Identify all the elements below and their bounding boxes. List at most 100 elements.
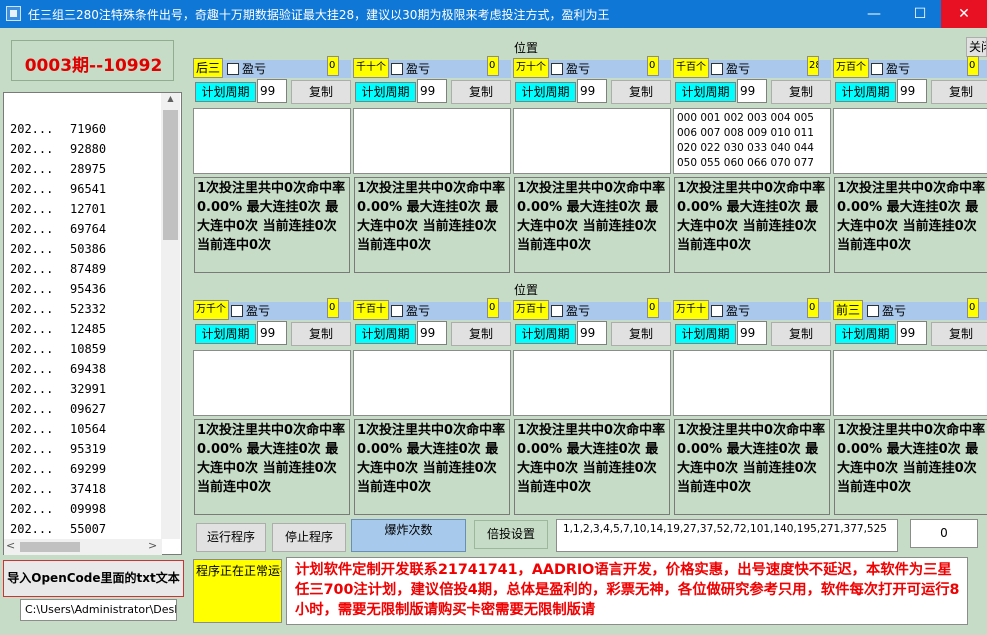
- profit-checkbox[interactable]: [391, 305, 403, 317]
- profit-checkbox[interactable]: [711, 63, 723, 75]
- history-row[interactable]: 202... 37418: [10, 479, 106, 499]
- history-date: 202...: [10, 522, 54, 536]
- history-row[interactable]: 202... 09998: [10, 499, 106, 519]
- plan-cycle-input[interactable]: 99: [737, 321, 767, 345]
- profit-checkbox[interactable]: [391, 63, 403, 75]
- stop-program-button[interactable]: 停止程序: [272, 523, 346, 552]
- copy-button[interactable]: 复制: [611, 80, 671, 104]
- history-row[interactable]: 202... 95436: [10, 279, 106, 299]
- history-row[interactable]: 202... 28975: [10, 159, 106, 179]
- panel-numbers-box[interactable]: [353, 350, 511, 416]
- position-panel: 万十个 盈亏 0 计划周期 99 复制 1次投注里共中0次命中率0.00% 最大连挂0次 最…: [513, 52, 673, 292]
- copy-button[interactable]: 复制: [771, 80, 831, 104]
- history-date: 202...: [10, 162, 54, 176]
- history-date: 202...: [10, 442, 54, 456]
- plan-cycle-input[interactable]: 99: [577, 321, 607, 345]
- copy-button[interactable]: 复制: [931, 322, 987, 346]
- run-program-button[interactable]: 运行程序: [196, 523, 266, 552]
- history-row[interactable]: 202... 69438: [10, 359, 106, 379]
- explode-count-button[interactable]: 爆炸次数: [351, 519, 466, 552]
- position-panel: 千十个 盈亏 0 计划周期 99 复制 1次投注里共中0次命中率0.00% 最大连挂0次 最…: [353, 52, 513, 292]
- history-row[interactable]: 202... 12701: [10, 199, 106, 219]
- copy-button[interactable]: 复制: [291, 80, 351, 104]
- history-list[interactable]: 202... 71960 202... 92880 202... 28975 202... 9…: [3, 92, 182, 555]
- profit-checkbox[interactable]: [871, 63, 883, 75]
- panel-numbers-box[interactable]: [673, 350, 831, 416]
- panel-numbers-box[interactable]: 000 001 002 003 004 005 006 007 008 009 …: [673, 108, 831, 174]
- plan-cycle-input[interactable]: 99: [417, 321, 447, 345]
- history-row[interactable]: 202... 69299: [10, 459, 106, 479]
- plan-cycle-input[interactable]: 99: [737, 79, 767, 103]
- history-row[interactable]: 202... 10859: [10, 339, 106, 359]
- panel-count-value[interactable]: 0: [327, 56, 339, 76]
- profit-checkbox[interactable]: [711, 305, 723, 317]
- plan-cycle-input[interactable]: 99: [897, 79, 927, 103]
- profit-label: 盈亏: [882, 304, 907, 318]
- profit-checkbox[interactable]: [551, 63, 563, 75]
- profit-checkbox[interactable]: [231, 305, 243, 317]
- copy-button[interactable]: 复制: [451, 322, 511, 346]
- panel-numbers-box[interactable]: [833, 108, 987, 174]
- history-row[interactable]: 202... 87489: [10, 259, 106, 279]
- panel-count-value[interactable]: 0: [487, 298, 499, 318]
- history-row[interactable]: 202... 32991: [10, 379, 106, 399]
- history-row[interactable]: 202... 52332: [10, 299, 106, 319]
- history-row[interactable]: 202... 10564: [10, 419, 106, 439]
- history-row[interactable]: 202... 09627: [10, 399, 106, 419]
- plan-cycle-input[interactable]: 99: [257, 321, 287, 345]
- copy-button[interactable]: 复制: [771, 322, 831, 346]
- position-panel: 千百个 盈亏 280 计划周期99复制 000 001 002 003 004 005 …: [673, 52, 833, 292]
- panel-numbers-box[interactable]: [513, 108, 671, 174]
- copy-button[interactable]: 复制: [291, 322, 351, 346]
- history-row[interactable]: 202... 92880: [10, 139, 106, 159]
- scroll-left-arrow-icon[interactable]: <: [6, 539, 15, 552]
- counter-field[interactable]: 0: [910, 519, 978, 548]
- close-window-button[interactable]: ✕: [941, 0, 987, 28]
- copy-button[interactable]: 复制: [931, 80, 987, 104]
- history-scroll-thumb[interactable]: [163, 110, 178, 240]
- plan-cycle-input[interactable]: 99: [897, 321, 927, 345]
- panel-numbers-box[interactable]: [353, 108, 511, 174]
- history-row[interactable]: 202... 69764: [10, 219, 106, 239]
- plan-cycle-input[interactable]: 99: [257, 79, 287, 103]
- plan-cycle-input[interactable]: 99: [577, 79, 607, 103]
- profit-label: 盈亏: [566, 62, 591, 76]
- copy-button[interactable]: 复制: [611, 322, 671, 346]
- panel-count-value[interactable]: 0: [487, 56, 499, 76]
- import-txt-button[interactable]: 导入OpenCode里面的txt文本: [3, 560, 184, 597]
- profit-checkbox[interactable]: [227, 63, 239, 75]
- history-number: 09998: [70, 502, 107, 516]
- history-row[interactable]: 202... 71960: [10, 119, 106, 139]
- panel-numbers-box[interactable]: [513, 350, 671, 416]
- panel-numbers-box[interactable]: [833, 350, 987, 416]
- panel-count-value[interactable]: 0: [647, 298, 659, 318]
- panel-count-value[interactable]: 0: [327, 298, 339, 318]
- history-hscroll-thumb[interactable]: [20, 542, 80, 552]
- panel-count-value[interactable]: 280: [807, 56, 819, 76]
- minimize-button[interactable]: —: [851, 0, 897, 28]
- multiplier-sequence-field[interactable]: 1,1,2,3,4,5,7,10,14,19,27,37,52,72,101,1…: [556, 519, 898, 552]
- file-path-field[interactable]: C:\Users\Administrator\Desl: [20, 599, 177, 621]
- multiplier-settings-button[interactable]: 倍投设置: [474, 520, 548, 549]
- position-panel: 万百个 盈亏 0 计划周期 99 复制 1次投注里共中0次命中率0.00% 最大连挂0次 最…: [833, 52, 987, 292]
- plan-cycle-input[interactable]: 99: [417, 79, 447, 103]
- history-row[interactable]: 202... 50386: [10, 239, 106, 259]
- maximize-button[interactable]: ☐: [897, 0, 943, 28]
- history-row[interactable]: 202... 55007: [10, 519, 106, 539]
- profit-checkbox[interactable]: [867, 305, 879, 317]
- scroll-right-arrow-icon[interactable]: >: [148, 539, 157, 552]
- history-row[interactable]: 202... 96541: [10, 179, 106, 199]
- history-row[interactable]: 202... 95319: [10, 439, 106, 459]
- panel-count-value[interactable]: 0: [647, 56, 659, 76]
- copy-button[interactable]: 复制: [451, 80, 511, 104]
- panel-numbers-box[interactable]: [193, 108, 351, 174]
- history-number: 69764: [70, 222, 107, 236]
- panel-count-value[interactable]: 0: [967, 298, 979, 318]
- history-row[interactable]: 202... 12485: [10, 319, 106, 339]
- panel-count-value[interactable]: 0: [967, 56, 979, 76]
- profit-checkbox[interactable]: [551, 305, 563, 317]
- scroll-up-arrow-icon[interactable]: ▲: [161, 94, 180, 108]
- panel-position-name: 前三: [833, 300, 864, 320]
- panel-count-value[interactable]: 0: [807, 298, 819, 318]
- panel-numbers-box[interactable]: [193, 350, 351, 416]
